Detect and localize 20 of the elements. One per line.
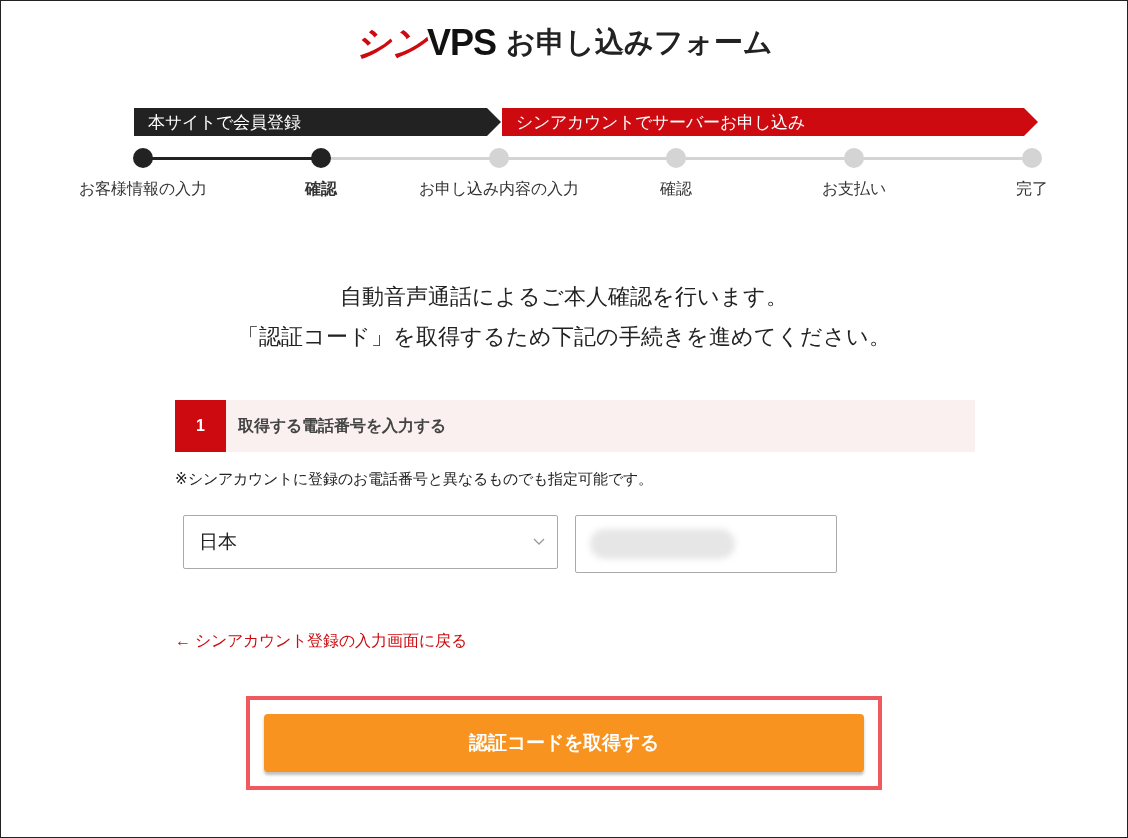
page-title: お申し込みフォーム <box>506 25 773 60</box>
brand-logo-accent: シン <box>354 20 427 65</box>
step-label: お支払い <box>822 179 887 199</box>
brand-logo: VPS <box>426 21 496 64</box>
intro-text: 自動音声通話によるご本人確認を行います。 <box>340 283 788 311</box>
chevron-down-icon <box>533 538 545 546</box>
step-label: お客様情報の入力 <box>78 179 207 199</box>
phase-banner: 本サイトで会員登録 <box>134 108 501 136</box>
step-label: お申し込み内容の入力 <box>418 179 579 199</box>
step-label: 完了 <box>1016 179 1049 199</box>
intro-text: 「認証コード」を取得するため下記の手続きを進めてください。 <box>237 323 891 351</box>
section-title: 取得する電話番号を入力する <box>238 415 446 436</box>
back-link[interactable]: ← シンアカウント登録の入力画面に戻る <box>175 631 468 652</box>
phase-banner: シンアカウントでサーバーお申し込み <box>502 108 1038 136</box>
note-text: ※シンアカウントに登録のお電話番号と異なるものでも指定可能です。 <box>175 470 654 489</box>
step-label: 確認 <box>304 179 337 199</box>
step-label: 確認 <box>660 179 693 199</box>
step-number: 1 <box>175 400 226 452</box>
phone-field[interactable] <box>575 515 837 573</box>
country-select[interactable]: 日本 <box>183 515 558 569</box>
